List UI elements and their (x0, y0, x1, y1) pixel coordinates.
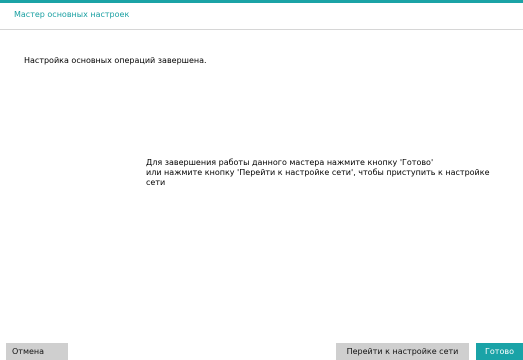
instruction-line-2: или нажмите кнопку 'Перейти к настройке … (146, 168, 490, 177)
window-title: Мастер основных настроек (14, 10, 130, 19)
instruction-text: Для завершения работы данного мастера на… (146, 158, 516, 188)
done-button[interactable]: Готово (476, 343, 523, 360)
instruction-line-1: Для завершения работы данного мастера на… (146, 158, 434, 167)
cancel-button[interactable]: Отмена (6, 343, 68, 360)
go-to-network-setup-button[interactable]: Перейти к настройке сети (336, 343, 469, 360)
completion-message: Настройка основных операций завершена. (24, 56, 207, 65)
instruction-line-3: сети (146, 178, 166, 187)
setup-wizard-window: Мастер основных настроек Настройка основ… (0, 0, 523, 360)
button-bar: Отмена Перейти к настройке сети Готово (0, 343, 523, 360)
title-bar: Мастер основных настроек (0, 3, 523, 30)
